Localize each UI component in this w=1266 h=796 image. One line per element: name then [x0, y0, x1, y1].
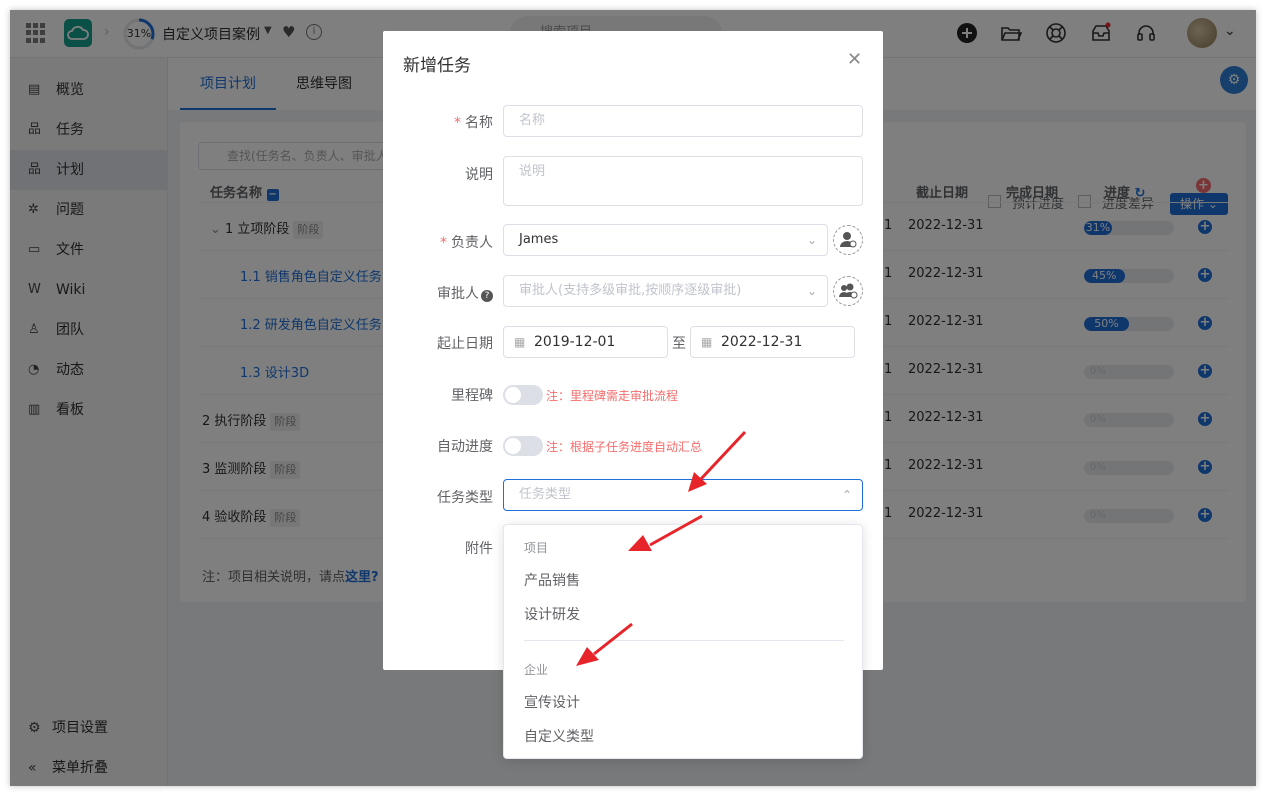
- annotation-arrow: [628, 514, 703, 551]
- annotation-arrows: [576, 430, 747, 666]
- annotation-arrow: [576, 622, 633, 666]
- app-window: › 31% 自定义项目案例 ▼ ♥ i 搜索项目 ⌄ ▤概览 品任务 品计划 ✲…: [10, 10, 1256, 786]
- annotation-arrow: [688, 430, 747, 492]
